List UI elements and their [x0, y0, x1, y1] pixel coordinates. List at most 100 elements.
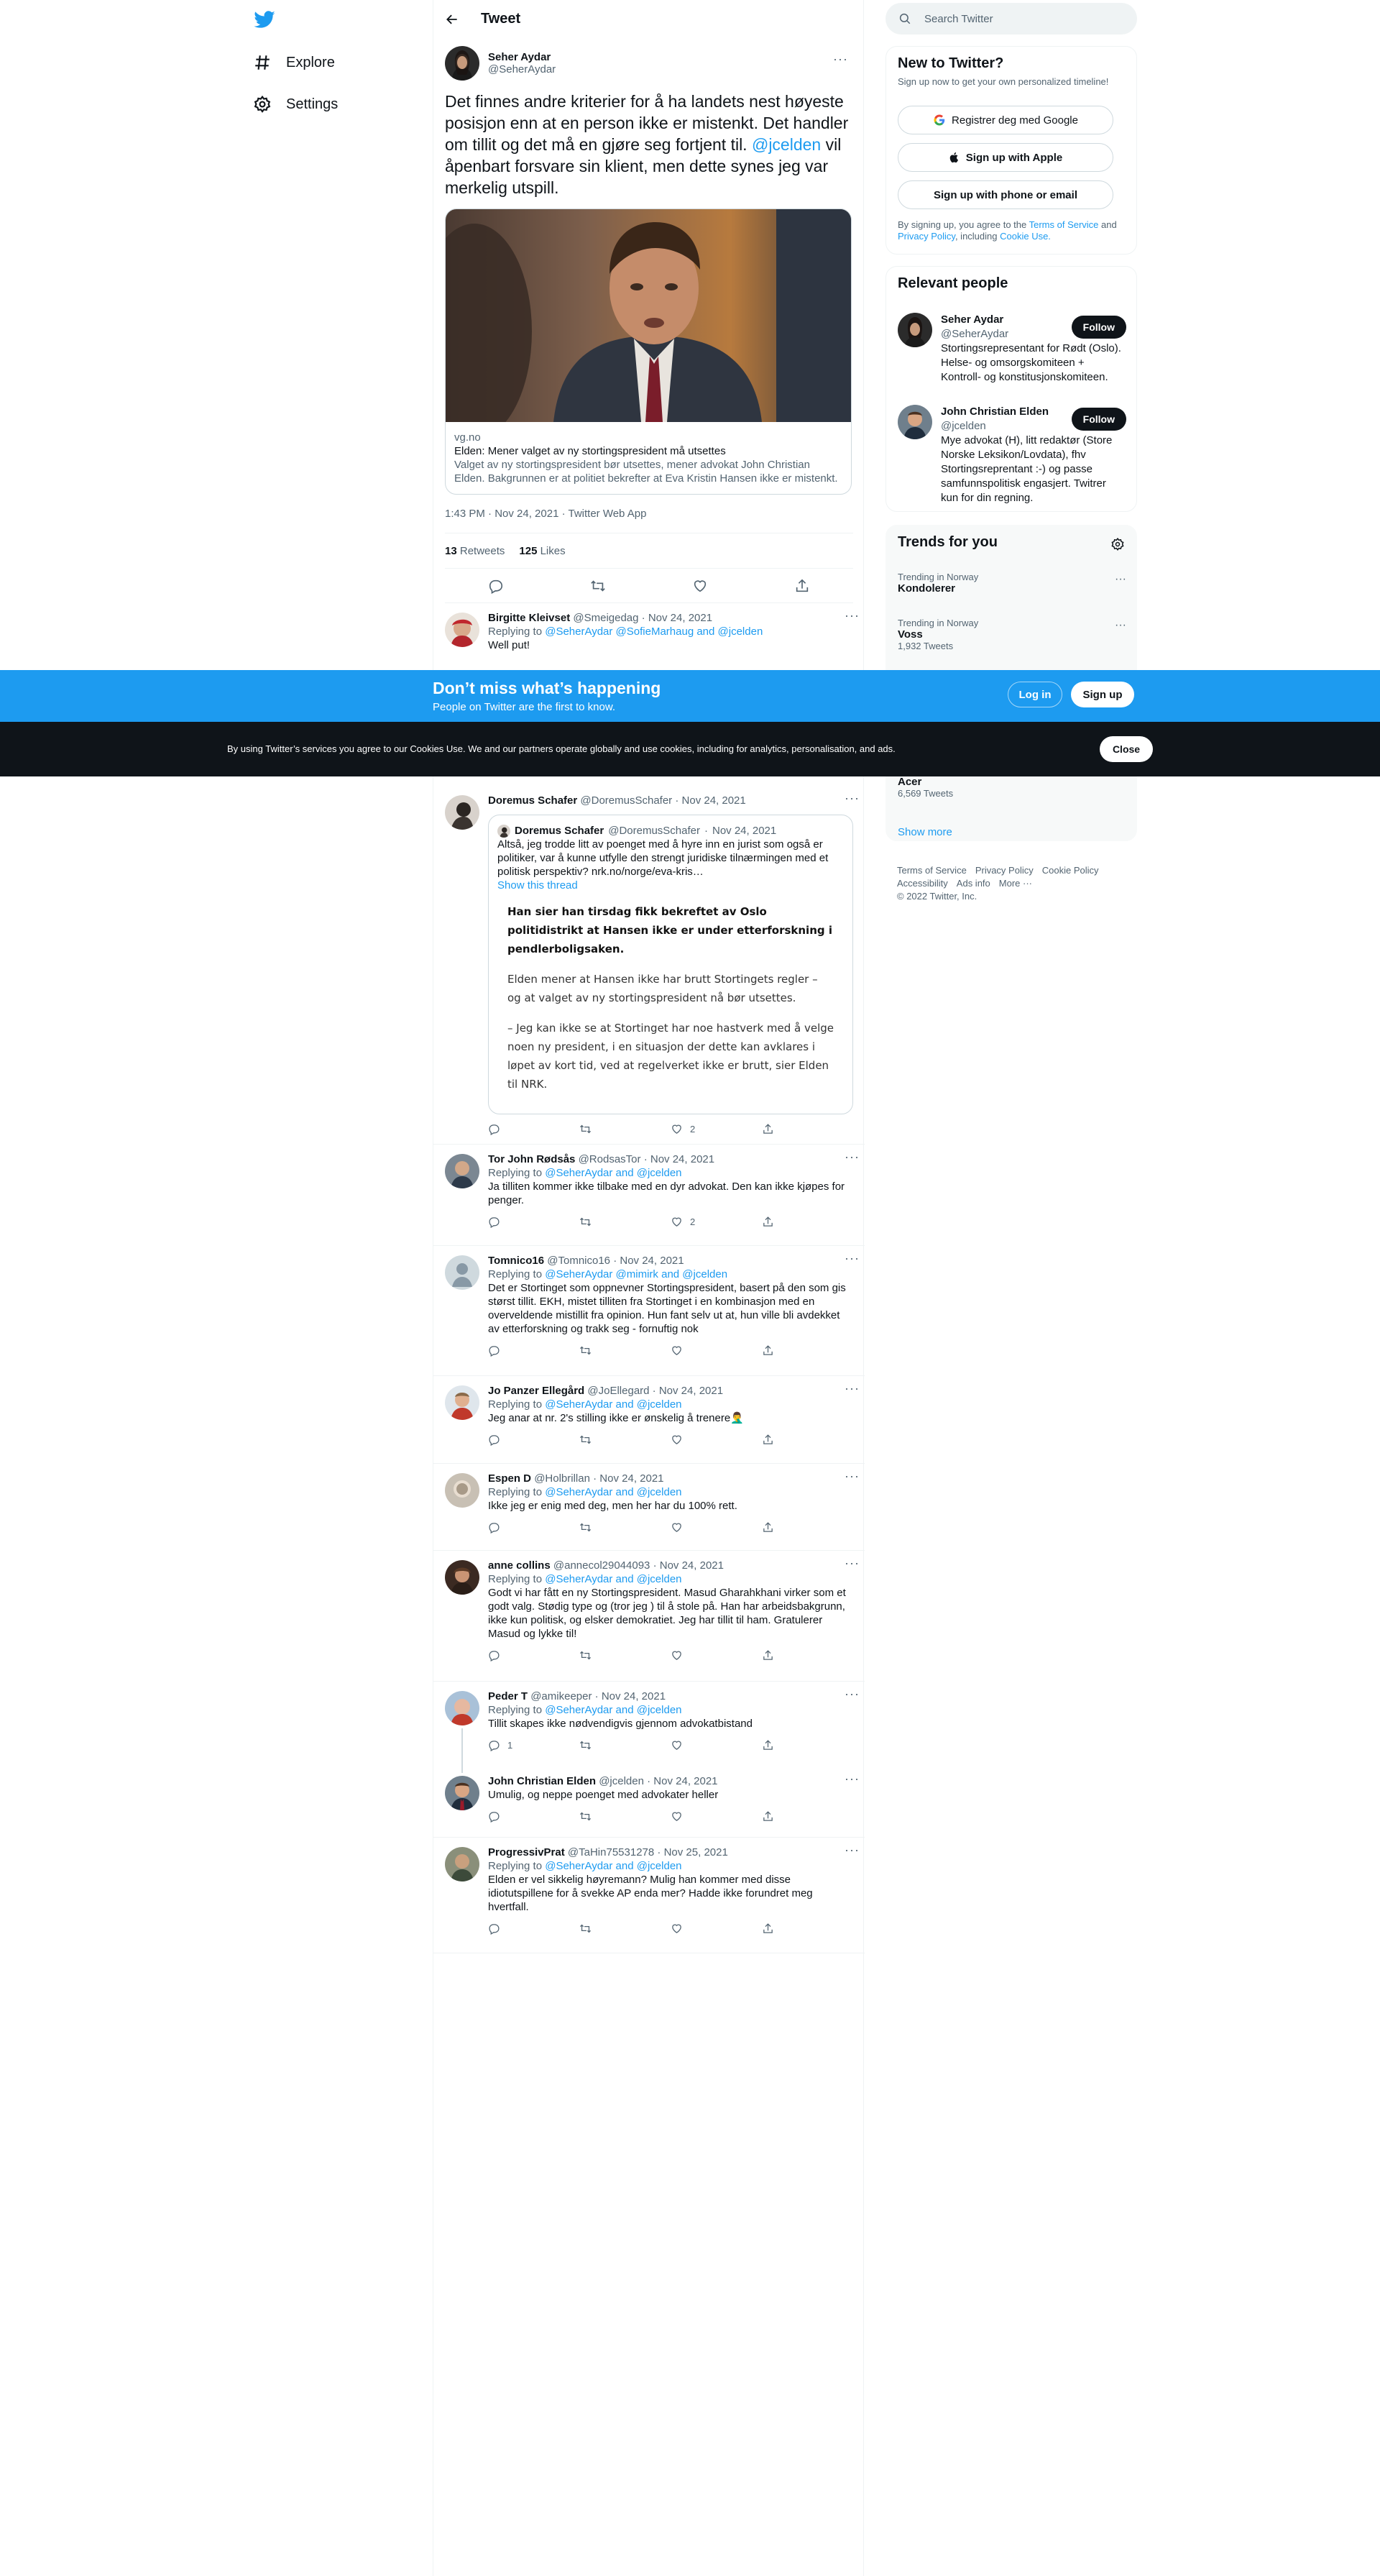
- quoted-tweet[interactable]: Doremus Schafer @DoremusSchafer · Nov 24…: [488, 815, 853, 1114]
- reply-author-name[interactable]: Peder T: [488, 1690, 528, 1702]
- follow-button[interactable]: Follow: [1071, 408, 1126, 431]
- like-button[interactable]: [671, 1649, 762, 1661]
- show-thread-link[interactable]: Show this thread: [497, 879, 844, 892]
- replying-to-links[interactable]: @SeherAydar and @jcelden: [545, 1167, 681, 1179]
- reply-date[interactable]: Nov 24, 2021: [602, 1690, 666, 1702]
- more-options-icon[interactable]: ···: [845, 792, 859, 810]
- like-icon[interactable]: [692, 578, 708, 594]
- reply-date[interactable]: Nov 24, 2021: [659, 1385, 723, 1397]
- more-options-icon[interactable]: ···: [1115, 573, 1126, 586]
- reply-button[interactable]: [488, 1922, 579, 1935]
- retweet-icon[interactable]: [590, 578, 606, 594]
- share-button[interactable]: [762, 1922, 853, 1935]
- author-name[interactable]: Seher Aydar: [488, 51, 556, 63]
- mention-link[interactable]: @jcelden: [752, 135, 821, 154]
- reply-tweet[interactable]: Peder T @amikeeper · Nov 24, 2021 Replyi…: [433, 1682, 865, 1773]
- link-card[interactable]: vg.no Elden: Mener valget av ny storting…: [445, 208, 852, 495]
- share-button[interactable]: [762, 1739, 853, 1751]
- reply-author-name[interactable]: Doremus Schafer: [488, 794, 577, 807]
- likes-stat[interactable]: 125 Likes: [519, 545, 565, 557]
- more-options-icon[interactable]: ···: [833, 52, 847, 70]
- share-icon[interactable]: [794, 578, 810, 594]
- footer-link[interactable]: Terms of Service: [897, 865, 967, 876]
- reply-author-handle[interactable]: @RodsasTor: [579, 1153, 641, 1165]
- login-button[interactable]: Log in: [1008, 682, 1062, 707]
- like-button[interactable]: [671, 1739, 762, 1751]
- reply-date[interactable]: Nov 25, 2021: [664, 1846, 728, 1858]
- retweet-button[interactable]: [579, 1344, 671, 1357]
- avatar[interactable]: [445, 46, 479, 81]
- replying-to-links[interactable]: @SeherAydar and @jcelden: [545, 1573, 681, 1585]
- avatar[interactable]: [445, 1473, 479, 1508]
- privacy-policy-link[interactable]: Privacy Policy: [898, 231, 955, 242]
- retweet-button[interactable]: [579, 1521, 671, 1534]
- avatar[interactable]: [445, 1776, 479, 1810]
- reply-author-handle[interactable]: @jcelden: [599, 1775, 644, 1787]
- more-options-icon[interactable]: ···: [845, 1557, 859, 1575]
- phone-email-signup-button[interactable]: Sign up with phone or email: [898, 180, 1113, 209]
- reply-button[interactable]: [488, 1344, 579, 1357]
- reply-tweet[interactable]: Espen D @Holbrillan · Nov 24, 2021 Reply…: [433, 1465, 865, 1551]
- reply-author-name[interactable]: Tor John Rødsås: [488, 1153, 575, 1165]
- reply-button[interactable]: [488, 1810, 579, 1823]
- retweet-button[interactable]: [579, 1922, 671, 1935]
- replying-to-links[interactable]: @SeherAydar and @jcelden: [545, 1860, 681, 1872]
- share-button[interactable]: [762, 1810, 853, 1823]
- reply-author-name[interactable]: Birgitte Kleivset: [488, 612, 570, 624]
- share-button[interactable]: [762, 1649, 853, 1661]
- retweet-button[interactable]: [579, 1649, 671, 1661]
- avatar[interactable]: [898, 313, 932, 347]
- replying-to-links[interactable]: @SeherAydar and @jcelden: [545, 1398, 681, 1411]
- person-card[interactable]: Seher Aydar @SeherAydar Stortingsreprese…: [898, 313, 1126, 392]
- back-arrow-icon[interactable]: [445, 12, 459, 27]
- more-options-icon[interactable]: ···: [845, 609, 859, 627]
- show-more-link[interactable]: Show more: [898, 826, 952, 838]
- reply-icon[interactable]: [488, 578, 504, 594]
- reply-author-handle[interactable]: @Smeigedag: [573, 612, 638, 624]
- apple-signup-button[interactable]: Sign up with Apple: [898, 143, 1113, 172]
- reply-author-handle[interactable]: @annecol29044093: [553, 1559, 650, 1572]
- nav-explore[interactable]: Explore: [253, 45, 335, 81]
- nav-settings[interactable]: Settings: [253, 86, 338, 122]
- replying-to-links[interactable]: @SeherAydar @SofieMarhaug and @jcelden: [545, 625, 763, 638]
- trend-item[interactable]: Acer 6,569 Tweets: [898, 776, 1126, 799]
- reply-date[interactable]: Nov 24, 2021: [599, 1472, 663, 1485]
- retweets-stat[interactable]: 13 Retweets: [445, 545, 505, 557]
- avatar[interactable]: [445, 795, 479, 830]
- reply-date[interactable]: Nov 24, 2021: [682, 794, 746, 807]
- settings-gear-icon[interactable]: [1110, 537, 1125, 551]
- share-button[interactable]: [762, 1123, 853, 1135]
- retweet-button[interactable]: [579, 1810, 671, 1823]
- reply-author-name[interactable]: Espen D: [488, 1472, 531, 1485]
- terms-of-service-link[interactable]: Terms of Service: [1029, 219, 1099, 230]
- cookie-use-link[interactable]: Cookie Use.: [1000, 231, 1051, 242]
- share-button[interactable]: [762, 1216, 853, 1228]
- share-button[interactable]: [762, 1521, 853, 1534]
- reply-tweet[interactable]: Jo Panzer Ellegård @JoEllegard · Nov 24,…: [433, 1377, 865, 1464]
- reply-date[interactable]: Nov 24, 2021: [653, 1775, 717, 1787]
- reply-author-handle[interactable]: @TaHin75531278: [568, 1846, 654, 1858]
- retweet-button[interactable]: [579, 1739, 671, 1751]
- like-button[interactable]: 2: [671, 1215, 762, 1229]
- signup-button[interactable]: Sign up: [1071, 682, 1134, 707]
- reply-button[interactable]: 1: [488, 1738, 579, 1752]
- follow-button[interactable]: Follow: [1071, 316, 1126, 339]
- like-button[interactable]: [671, 1344, 762, 1357]
- like-button[interactable]: 2: [671, 1122, 762, 1136]
- like-button[interactable]: [671, 1521, 762, 1534]
- reply-tweet[interactable]: Tomnico16 @Tomnico16 · Nov 24, 2021 Repl…: [433, 1247, 865, 1376]
- replying-to-links[interactable]: @SeherAydar @mimirk and @jcelden: [545, 1268, 727, 1280]
- more-options-icon[interactable]: ···: [845, 1843, 859, 1861]
- trend-item[interactable]: Trending in Norway Kondolerer ···: [898, 572, 1126, 595]
- footer-link[interactable]: Ads info: [957, 878, 990, 889]
- google-signup-button[interactable]: Registrer deg med Google: [898, 106, 1113, 134]
- reply-tweet[interactable]: Tor John Rødsås @RodsasTor · Nov 24, 202…: [433, 1145, 865, 1246]
- person-card[interactable]: John Christian Elden @jcelden Mye advoka…: [898, 405, 1126, 505]
- reply-author-handle[interactable]: @amikeeper: [530, 1690, 592, 1702]
- retweet-button[interactable]: [579, 1216, 671, 1228]
- like-button[interactable]: [671, 1434, 762, 1446]
- author-handle[interactable]: @SeherAydar: [488, 63, 556, 75]
- footer-link[interactable]: Accessibility: [897, 878, 948, 889]
- avatar[interactable]: [898, 405, 932, 439]
- reply-button[interactable]: [488, 1434, 579, 1446]
